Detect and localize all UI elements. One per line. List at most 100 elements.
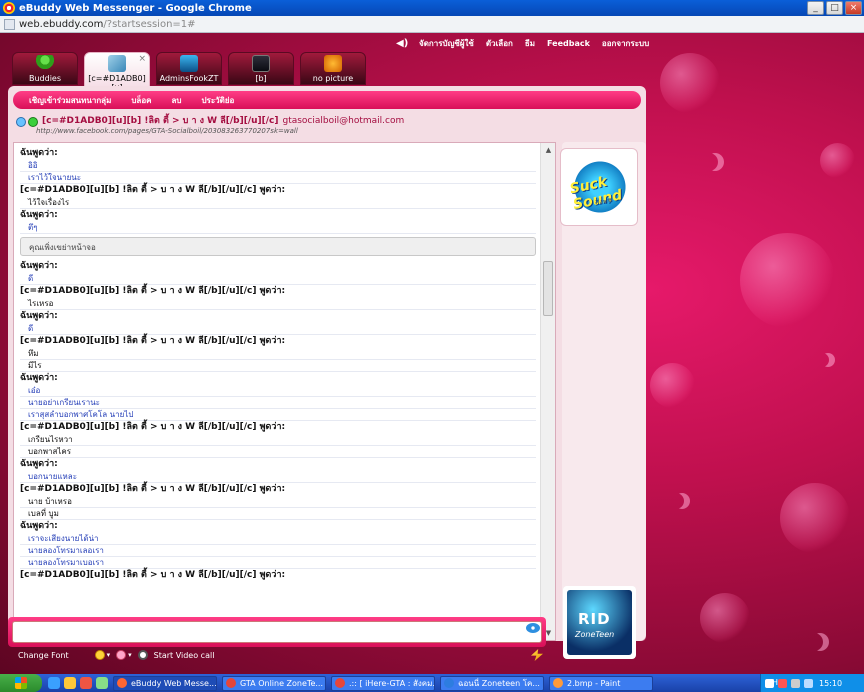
- moon-decoration: [805, 633, 823, 651]
- chrome-icon: [3, 2, 15, 14]
- address-bar[interactable]: web.ebuddy.com/?startsession=1#: [0, 16, 864, 33]
- message-input[interactable]: [12, 621, 542, 643]
- contact-header: [c=#D1ADB0][u][b] !ลิต ตี้ > บ า ง W ลี[…: [14, 113, 642, 139]
- chat-tabs: Buddies × [c=#D1ADB0][u] AdminsFookZT [b…: [12, 52, 366, 92]
- block-button[interactable]: บล็อค: [131, 94, 151, 107]
- message-line: เอ๋อ: [20, 385, 536, 397]
- windows-flag-icon: [15, 677, 27, 689]
- folder-icon[interactable]: [64, 677, 76, 689]
- tab-buddies[interactable]: Buddies: [12, 52, 78, 85]
- chat-panel: เชิญเข้าร่วมสนทนากลุ่ม บล็อค ลบ ประวัติย…: [8, 86, 646, 641]
- menu-options[interactable]: ตัวเลือก: [486, 37, 513, 50]
- task-label: eBuddy Web Messe...: [131, 678, 217, 688]
- message-line: ไว้ใจเรื่องไร: [20, 197, 536, 209]
- clock[interactable]: 15:10: [819, 679, 842, 688]
- avatar-icon: [108, 55, 126, 72]
- tab-b[interactable]: [b]: [228, 52, 294, 85]
- webcam-icon[interactable]: [137, 650, 148, 660]
- taskbar-button[interactable]: .:: [ iHere-GTA : สังคม...: [331, 675, 435, 691]
- message-input-bar: [8, 617, 546, 647]
- start-button[interactable]: [0, 674, 42, 692]
- message-sender: ฉันพูดว่า:: [20, 459, 58, 469]
- nudge-icon[interactable]: [531, 649, 543, 661]
- message-sender: ฉันพูดว่า:: [20, 261, 58, 271]
- bubble-decoration: [820, 143, 855, 178]
- message-sender: [c=#D1ADB0][u][b] !ลิต ตี้ > บ า ง W ลี[…: [20, 484, 286, 494]
- message-sender: ฉันพูดว่า:: [20, 148, 58, 158]
- menu-manage-account[interactable]: จัดการบัญชีผู้ใช้: [419, 37, 474, 50]
- task-label: GTA Online ZoneTe...: [240, 678, 323, 688]
- ebuddy-page: ◀) จัดการบัญชีผู้ใช้ ตัวเลือก ธีม Feedba…: [0, 33, 864, 674]
- bubble-decoration: [660, 53, 720, 113]
- message-line: ไรเหรอ: [20, 298, 536, 310]
- moon-decoration: [815, 353, 829, 367]
- bubble-decoration: [650, 363, 695, 408]
- ie-icon[interactable]: [48, 677, 60, 689]
- delete-button[interactable]: ลบ: [171, 94, 181, 107]
- task-label: 2.bmp - Paint: [567, 678, 621, 688]
- side-ad-banner[interactable]: Suck Sound ส่งฟรี: [560, 148, 638, 226]
- tray-icon[interactable]: [791, 678, 800, 688]
- message-sender: [c=#D1ADB0][u][b] !ลิต ตี้ > บ า ง W ลี[…: [20, 422, 286, 432]
- taskbar-button[interactable]: ฉอนนี่ Zoneteen โค...: [440, 675, 544, 691]
- menu-feedback[interactable]: Feedback: [547, 39, 590, 48]
- menu-theme[interactable]: ธีม: [525, 37, 535, 50]
- message-sender: [c=#D1ADB0][u][b] !ลิต ตี้ > บ า ง W ลี[…: [20, 336, 286, 346]
- bubble-decoration: [780, 483, 850, 553]
- chat-history[interactable]: ฉันพูดว่า: อิอิ เราไว้ใจนายนะ [c=#D1ADB0][u…: [13, 142, 556, 641]
- taskbar-button[interactable]: 2.bmp - Paint: [549, 675, 653, 691]
- message-line: ดี: [20, 323, 536, 335]
- chevron-down-icon[interactable]: ▾: [128, 651, 132, 659]
- buddies-icon: [36, 55, 54, 72]
- tab-adminsfookzt[interactable]: AdminsFookZT: [156, 52, 222, 85]
- history-button[interactable]: ประวัติย่อ: [201, 94, 234, 107]
- chat-scrollbar[interactable]: ▲ ▼: [540, 143, 555, 640]
- maximize-button[interactable]: □: [826, 1, 843, 15]
- msn-icon: [16, 117, 26, 127]
- tray-icon[interactable]: [778, 678, 787, 688]
- zoneteen-logo: RID ZoneTeen: [567, 590, 632, 655]
- close-window-button[interactable]: ×: [845, 1, 862, 15]
- message-line: เบลที่ บูม: [20, 508, 536, 520]
- taskbar-button[interactable]: eBuddy Web Messe...: [113, 675, 217, 691]
- message-line: นาย บ้าเหรอ: [20, 496, 536, 508]
- chrome-quick-icon[interactable]: [80, 677, 92, 689]
- emoticon-icon[interactable]: [94, 650, 105, 660]
- speaker-icon[interactable]: ◀): [396, 39, 408, 49]
- language-indicator[interactable]: TH: [767, 678, 778, 687]
- tab-chat-active[interactable]: × [c=#D1ADB0][u]: [84, 52, 150, 92]
- no-picture-icon: [324, 55, 342, 72]
- video-call-button[interactable]: Start Video call: [154, 651, 215, 660]
- contact-name: [c=#D1ADB0][u][b] !ลิต ตี้ > บ า ง W ลี[…: [42, 116, 405, 126]
- app-quick-icon[interactable]: [96, 677, 108, 689]
- url-text[interactable]: web.ebuddy.com/?startsession=1#: [19, 19, 196, 30]
- photo-icon: [252, 55, 270, 72]
- windows-taskbar: eBuddy Web Messe... GTA Online ZoneTe....…: [0, 674, 864, 692]
- close-tab-icon[interactable]: ×: [138, 54, 146, 64]
- contact-status-message[interactable]: http://www.facebook.com/pages/GTA-Social…: [36, 127, 298, 135]
- volume-icon[interactable]: [804, 678, 813, 688]
- menu-logout[interactable]: ออกจากระบบ: [602, 37, 649, 50]
- send-icon[interactable]: [526, 623, 540, 633]
- task-app-icon: [117, 678, 127, 688]
- wink-icon[interactable]: [116, 650, 127, 660]
- scroll-thumb[interactable]: [543, 261, 553, 316]
- message-line: หึม: [20, 348, 536, 360]
- invite-group-button[interactable]: เชิญเข้าร่วมสนทนากลุ่ม: [29, 94, 111, 107]
- taskbar-button[interactable]: GTA Online ZoneTe...: [222, 675, 326, 691]
- task-label: .:: [ iHere-GTA : สังคม...: [349, 678, 435, 688]
- message-sender: [c=#D1ADB0][u][b] !ลิต ตี้ > บ า ง W ลี[…: [20, 185, 286, 195]
- minimize-button[interactable]: _: [807, 1, 824, 15]
- browser-titlebar: eBuddy Web Messenger - Google Chrome _ □…: [0, 0, 864, 16]
- suck-sound-logo: Suck Sound ส่งฟรี: [567, 155, 633, 219]
- scroll-up-icon[interactable]: ▲: [541, 143, 555, 157]
- tab-no-picture[interactable]: no picture: [300, 52, 366, 85]
- message-line: นายอย่าเกรียนเรานะ: [20, 397, 536, 409]
- task-app-icon: [335, 678, 345, 688]
- message-sender: ฉันพูดว่า:: [20, 373, 58, 383]
- task-app-icon: [553, 678, 563, 688]
- zoneteen-banner[interactable]: RID ZoneTeen: [563, 586, 636, 659]
- message-line: ดี: [20, 273, 536, 285]
- chevron-down-icon[interactable]: ▾: [107, 651, 111, 659]
- change-font-button[interactable]: Change Font: [18, 651, 69, 660]
